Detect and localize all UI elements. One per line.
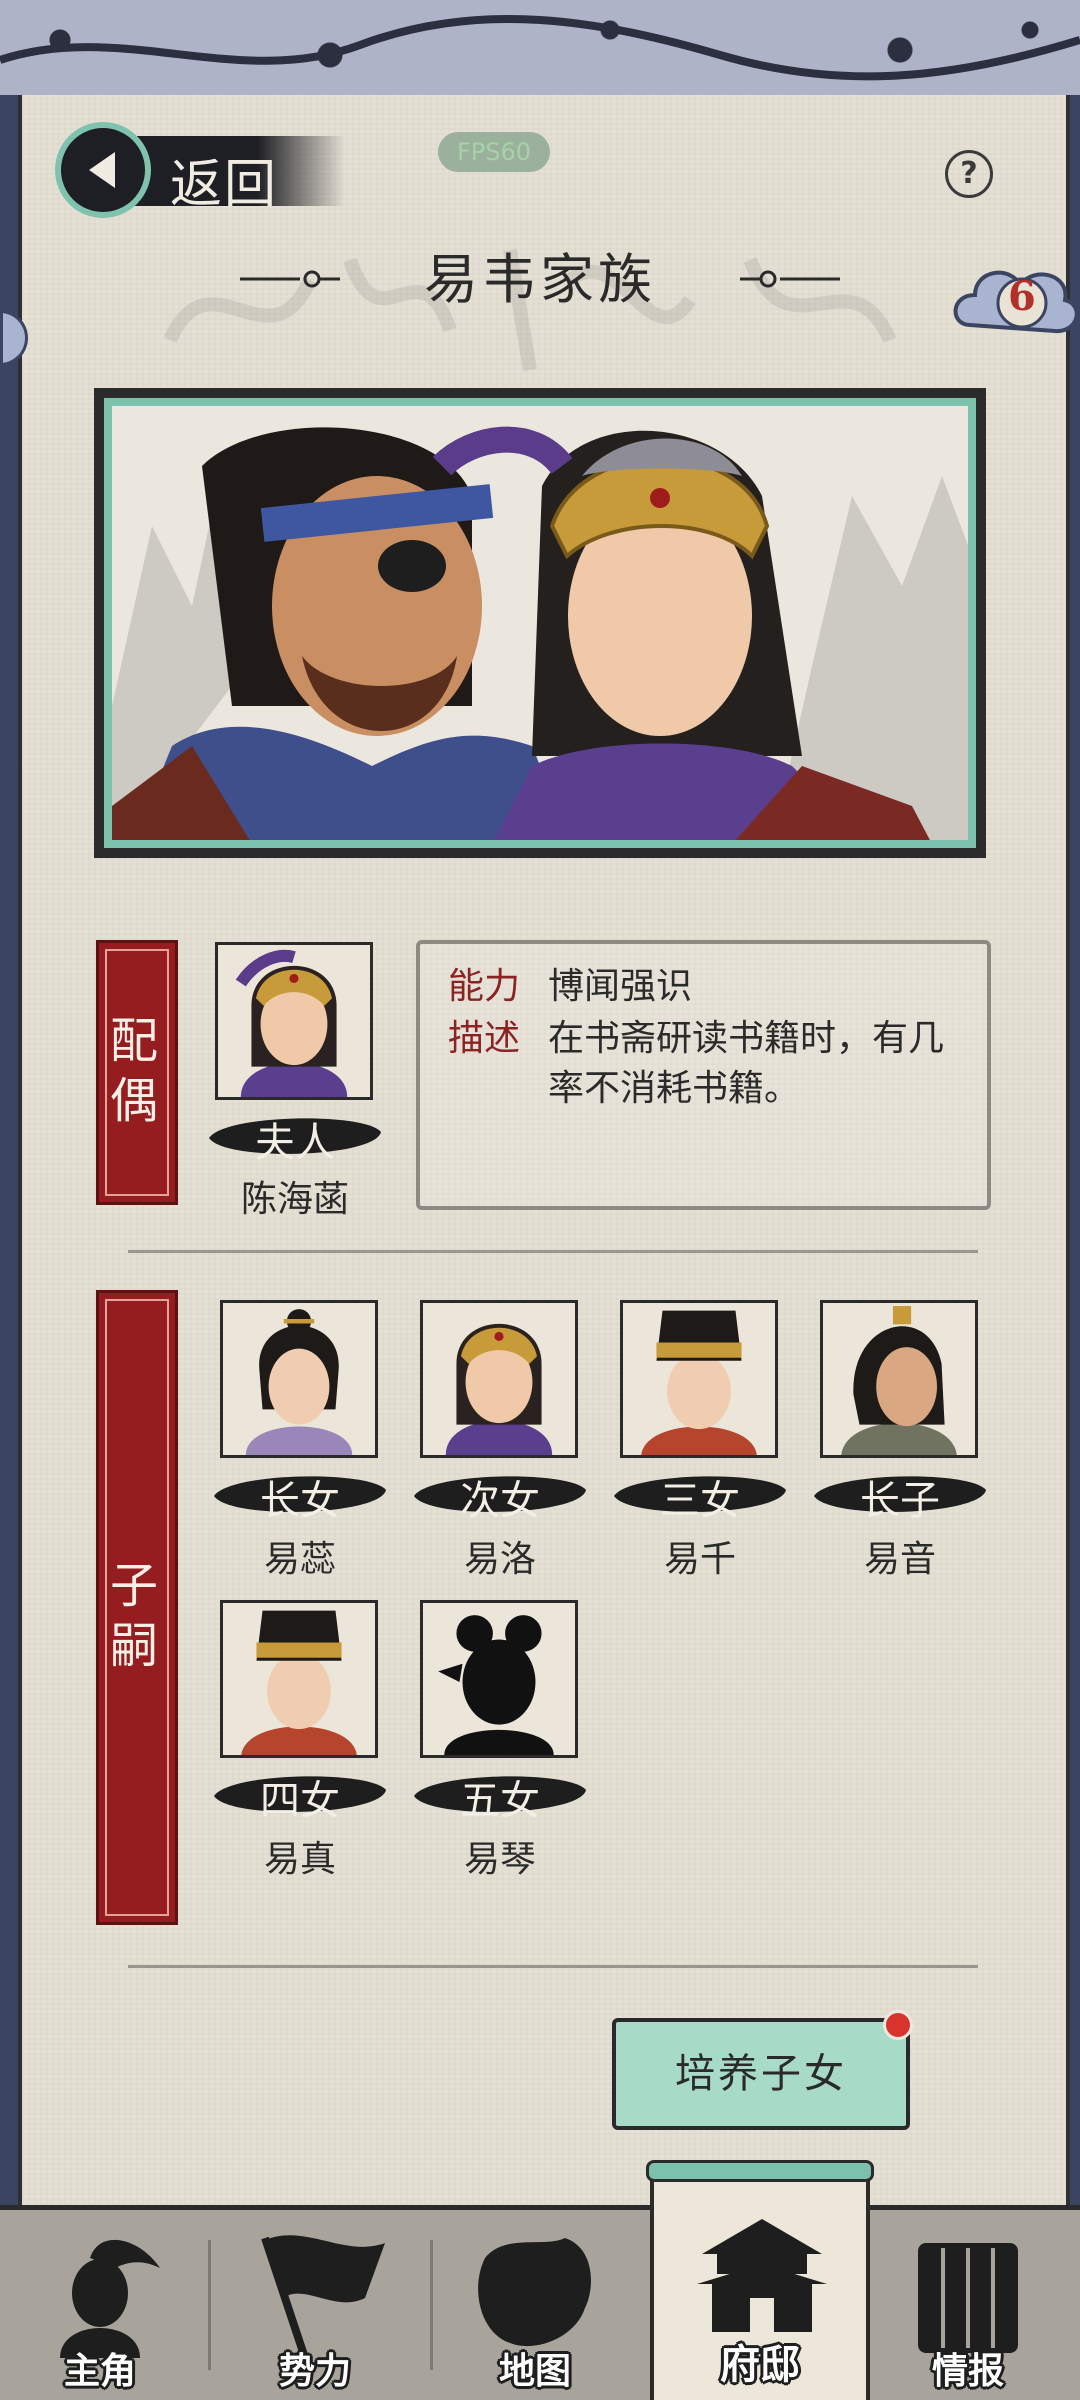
nav-label-faction: 势力 (278, 2350, 351, 2392)
child-avatar-3[interactable] (620, 1300, 778, 1458)
child-name-4: 易音 (863, 1539, 936, 1580)
description-row: 描述 在书斋研读书籍时，有几率不消耗书籍。 (448, 1014, 958, 1114)
child-portrait-image (823, 1303, 975, 1455)
spouse-role-badge: 夫人 (205, 1108, 385, 1166)
child-name-5: 易真 (263, 1839, 336, 1880)
nav-label-mansion: 府邸 (720, 2341, 800, 2388)
spouse-role: 夫人 (255, 1120, 335, 1166)
family-portrait-image (112, 406, 968, 840)
child-silhouette-icon (423, 1603, 575, 1755)
child-avatar-5[interactable] (220, 1600, 378, 1758)
section-divider (128, 1965, 978, 1968)
children-label-char-2: 嗣 (109, 1618, 158, 1674)
description-value: 在书斋研读书籍时，有几率不消耗书籍。 (548, 1018, 945, 1109)
child-name-2: 易洛 (463, 1539, 536, 1580)
page-title-wrap: 易韦家族 (240, 235, 840, 315)
top-decorative-band (0, 0, 1080, 101)
child-portrait-image (423, 1303, 575, 1455)
child-name-1: 易蕊 (263, 1539, 336, 1580)
child-avatar-6[interactable] (420, 1600, 578, 1758)
child-name-3: 易千 (663, 1539, 736, 1580)
spouse-label-char-1: 配 (109, 1013, 158, 1069)
nav-item-faction[interactable]: 势力 (215, 2210, 415, 2400)
active-tab-cap (646, 2160, 874, 2182)
child-role-1: 长女 (260, 1478, 340, 1524)
left-frame (0, 95, 18, 2205)
nav-label-hero: 主角 (63, 2350, 136, 2392)
family-portrait (104, 398, 976, 848)
badge-count: 6 (1008, 273, 1036, 320)
child-name-6: 易琴 (463, 1839, 536, 1880)
children-label-char-1: 子 (109, 1558, 158, 1614)
nav-item-hero[interactable]: 主角 (0, 2210, 200, 2400)
child-role-badge-4: 长子 (810, 1466, 990, 1524)
back-arrow-icon (89, 152, 115, 188)
child-role-badge-3: 三女 (610, 1466, 790, 1524)
map-icon (478, 2238, 591, 2347)
child-portrait-image (223, 1303, 375, 1455)
spouse-avatar[interactable] (215, 942, 373, 1100)
nav-item-map[interactable]: 地图 (435, 2210, 635, 2400)
child-avatar-4[interactable] (820, 1300, 978, 1458)
child-avatar-1[interactable] (220, 1300, 378, 1458)
flag-icon (261, 2235, 385, 2358)
question-icon[interactable]: ? (945, 150, 993, 198)
nav-label-map: 地图 (498, 2350, 571, 2392)
title-ornament-right-icon (740, 270, 840, 288)
child-role-badge-5: 四女 (210, 1766, 390, 1824)
child-role-badge-6: 五女 (410, 1766, 590, 1824)
nav-item-mansion[interactable]: 府邸 (646, 2160, 874, 2400)
fps-indicator: FPS60 (438, 132, 550, 172)
mansion-icon (697, 2219, 827, 2332)
child-role-badge-2: 次女 (410, 1466, 590, 1524)
back-circle (55, 122, 151, 218)
spouse-label-char-2: 偶 (109, 1073, 158, 1129)
spouse-section-label: 配 偶 (96, 940, 178, 1205)
nav-item-intel[interactable]: 情报 (868, 2210, 1068, 2400)
child-role-6: 五女 (460, 1778, 540, 1824)
children-section-label: 子 嗣 (96, 1290, 178, 1925)
nav-separator (208, 2240, 211, 2370)
spouse-info-box: 能力 博闻强识 描述 在书斋研读书籍时，有几率不消耗书籍。 (416, 940, 991, 1210)
spouse-portrait-image (218, 945, 370, 1097)
bottom-nav: 主角 势力 地图 情报 (0, 2205, 1080, 2400)
cloud-count-badge[interactable]: 6 (950, 255, 1080, 345)
section-divider (128, 1250, 978, 1253)
child-avatar-2[interactable] (420, 1300, 578, 1458)
child-portrait-image (223, 1603, 375, 1755)
child-role-3: 三女 (660, 1478, 740, 1524)
notification-dot (883, 2010, 913, 2040)
nav-separator (430, 2240, 433, 2370)
child-role-badge-1: 长女 (210, 1466, 390, 1524)
family-portrait-frame (94, 388, 986, 858)
train-children-button[interactable]: 培养子女 (612, 2018, 910, 2130)
ability-key: 能力 (448, 966, 521, 1007)
nav-label-intel: 情报 (931, 2350, 1004, 2392)
child-role-4: 长子 (860, 1478, 940, 1524)
child-role-5: 四女 (260, 1778, 340, 1824)
ability-value: 博闻强识 (548, 966, 693, 1007)
vine-ornament-icon (0, 15, 1080, 81)
scroll-icon (918, 2243, 1018, 2353)
child-role-2: 次女 (460, 1478, 540, 1524)
ability-row: 能力 博闻强识 (448, 962, 958, 1012)
description-key: 描述 (448, 1018, 521, 1059)
spouse-name: 陈海菡 (240, 1179, 349, 1220)
back-label: 返回 (170, 155, 279, 215)
child-portrait-image (623, 1303, 775, 1455)
back-button[interactable]: 返回 (55, 122, 355, 222)
hero-icon (60, 2239, 160, 2358)
